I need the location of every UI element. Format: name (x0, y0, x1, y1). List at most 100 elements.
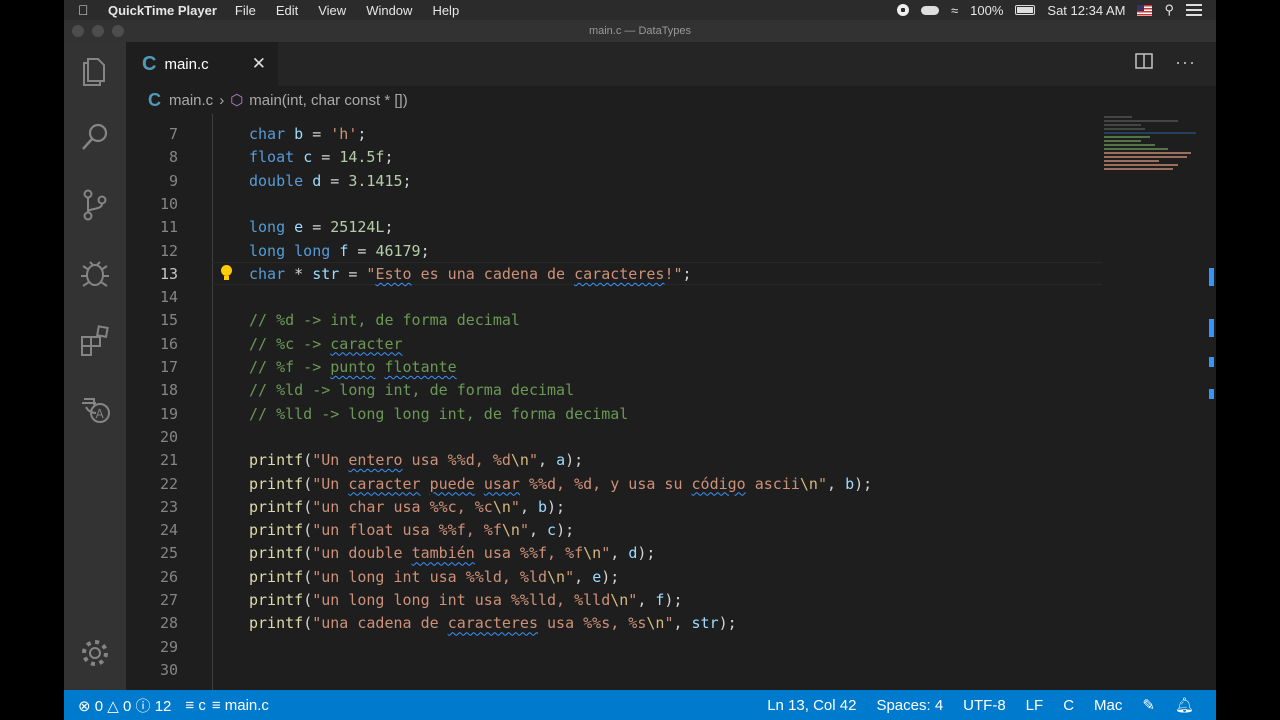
code-line[interactable]: 7 char b = 'h'; (126, 123, 1106, 146)
indentation[interactable]: Spaces: 4 (876, 697, 943, 714)
code-line[interactable]: 30 (126, 659, 1106, 682)
error-count: 0 (94, 697, 104, 715)
file-scope[interactable]: ≡ main.c (212, 697, 269, 714)
window-title: main.c — DataTypes (588, 25, 692, 37)
notifications-bell-icon[interactable]: 🔔︎ (1175, 696, 1194, 714)
line-number: 18 (159, 381, 178, 400)
code-line[interactable]: 24 printf("un float usa %%f, %f\n", c); (126, 519, 1106, 542)
menu-view[interactable]: View (318, 3, 346, 18)
run-debug-icon[interactable] (64, 248, 126, 298)
line-number: 30 (159, 660, 178, 679)
code-editor[interactable]: 7 char b = 'h'; 8 float c = 14.5f; 9 double d… (126, 114, 1216, 690)
line-number: 29 (159, 637, 178, 656)
code-text: char b = 'h'; (249, 125, 367, 143)
vertical-scrollbar[interactable] (1200, 114, 1216, 690)
problems-indicator[interactable]: ⊗ 0 △ 0 ⓘ 12 (78, 695, 171, 716)
clock[interactable]: Sat 12:34 AM (1047, 3, 1125, 18)
manage-gear-icon[interactable] (64, 628, 126, 678)
code-line[interactable]: 26 printf("un long int usa %%ld, %ld\n", … (126, 566, 1106, 589)
cloud-icon[interactable] (921, 5, 940, 15)
code-line[interactable]: 21 printf("Un entero usa %%d, %d\n", a); (126, 449, 1106, 472)
line-number: 9 (168, 171, 178, 190)
code-line[interactable]: 27 printf("un long long int usa %%lld, %l… (126, 589, 1106, 612)
code-line[interactable]: 14 (126, 286, 1106, 309)
line-number: 27 (159, 591, 178, 609)
menu-help[interactable]: Help (432, 3, 459, 18)
c-file-icon: C (142, 52, 157, 75)
code-line[interactable]: 10 (126, 193, 1106, 216)
line-number: 24 (159, 521, 178, 540)
code-line[interactable]: 22 printf("Un caracter puede usar %%d, %d… (126, 473, 1106, 496)
menu-edit[interactable]: Edit (276, 3, 298, 18)
code-line[interactable]: 8 float c = 14.5f; (126, 146, 1106, 169)
code-line[interactable]: 9 double d = 3.1415; (126, 170, 1106, 193)
battery-icon[interactable] (1015, 5, 1036, 15)
line-number: 8 (168, 148, 178, 167)
screen-record-icon[interactable] (897, 4, 910, 16)
code-line[interactable]: 20 (126, 426, 1106, 449)
code-text: printf("un char usa %%c, %c\n", b); (249, 497, 566, 516)
extensions-icon[interactable] (64, 316, 126, 366)
breadcrumb-symbol[interactable]: main(int, char const * []) (249, 92, 407, 109)
tab-main-c[interactable]: C main.c ✕ (126, 42, 278, 86)
close-tab-icon[interactable]: ✕ (252, 54, 266, 74)
menu-window[interactable]: Window (366, 3, 412, 18)
code-text: printf("Un caracter puede usar %%d, %d, … (249, 474, 873, 493)
line-number: 22 (159, 474, 178, 493)
cursor-position[interactable]: Ln 13, Col 42 (767, 697, 856, 714)
encoding[interactable]: UTF-8 (963, 697, 1006, 714)
minimize-window-button[interactable] (92, 25, 104, 37)
line-number: 16 (159, 334, 178, 353)
language-mode[interactable]: C (1063, 697, 1074, 714)
apple-icon[interactable]:  (78, 2, 98, 18)
wifi-icon[interactable]: ≈ (951, 3, 958, 18)
line-number: 12 (159, 241, 178, 260)
symbol-method-icon: ⬡ (230, 92, 244, 109)
breadcrumb: C main.c › ⬡ main(int, char const * []) (126, 86, 1216, 114)
code-line[interactable]: 17 // %f -> punto flotante (126, 356, 1106, 379)
editor-tab-bar: C main.c ✕ ··· (126, 42, 1216, 86)
app-name[interactable]: QuickTime Player (108, 3, 217, 18)
line-number: 17 (159, 358, 178, 376)
code-line[interactable]: 12 long long f = 46179; (126, 240, 1106, 263)
source-control-icon[interactable] (64, 180, 126, 230)
warning-icon: △ (107, 697, 119, 715)
input-source-flag-icon[interactable] (1137, 4, 1153, 16)
line-number: 13 (159, 264, 178, 283)
more-actions-icon[interactable]: ··· (1175, 52, 1196, 75)
line-number: 21 (159, 451, 178, 470)
language-tool-icon[interactable]: A (64, 384, 126, 434)
breadcrumb-file[interactable]: main.c (169, 92, 213, 109)
code-line[interactable]: 25 printf("un double también usa %%f, %f\… (126, 542, 1106, 565)
code-line[interactable]: 29 (126, 636, 1106, 659)
minimap[interactable] (1104, 114, 1196, 204)
code-text: // %f -> punto flotante (249, 358, 457, 376)
code-line[interactable]: 28 printf("una cadena de caracteres usa %… (126, 612, 1106, 635)
c-configuration[interactable]: Mac (1094, 697, 1122, 714)
spotlight-search-icon[interactable]: ⚲ (1164, 2, 1174, 18)
notification-center-icon[interactable] (1186, 4, 1202, 16)
explorer-icon[interactable] (64, 46, 126, 96)
close-window-button[interactable] (72, 25, 84, 37)
language-scope-label: c (198, 696, 206, 714)
search-icon[interactable] (64, 112, 126, 162)
split-editor-icon[interactable] (1135, 52, 1153, 75)
macos-menubar:  QuickTime Player File Edit View Window… (64, 0, 1216, 20)
code-line[interactable]: 23 printf("un char usa %%c, %c\n", b); (126, 496, 1106, 519)
language-scope[interactable]: ≡ c (185, 697, 205, 714)
line-number: 23 (159, 497, 178, 516)
feedback-icon[interactable]: ✎ (1142, 696, 1155, 714)
code-line[interactable]: 11 long e = 25124L; (126, 216, 1106, 239)
zoom-window-button[interactable] (112, 25, 124, 37)
code-text: // %c -> caracter (249, 334, 403, 353)
line-number: 26 (159, 567, 178, 586)
code-line[interactable]: 16 // %c -> caracter (126, 333, 1106, 356)
line-number: 25 (159, 544, 178, 563)
code-line[interactable]: 13 char * str = "Esto es una cadena de ca… (126, 263, 1106, 286)
code-line[interactable]: 19 // %lld -> long long int, de forma dec… (126, 403, 1106, 426)
end-of-line[interactable]: LF (1026, 697, 1044, 714)
code-line[interactable]: 18 // %ld -> long int, de forma decimal (126, 379, 1106, 402)
code-text: // %lld -> long long int, de forma decim… (249, 404, 629, 423)
menu-file[interactable]: File (235, 3, 256, 18)
code-line[interactable]: 15 // %d -> int, de forma decimal (126, 309, 1106, 332)
